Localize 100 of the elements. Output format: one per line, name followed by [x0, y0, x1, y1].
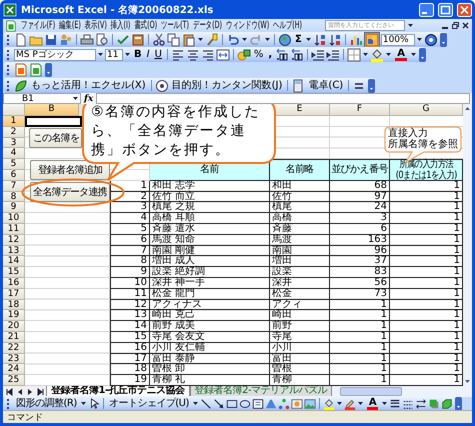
row-header[interactable]: 16	[3, 278, 25, 289]
row-header[interactable]: 6	[3, 170, 25, 181]
undo-icon[interactable]	[226, 32, 240, 46]
row-header[interactable]: 9	[3, 202, 25, 214]
toolbar-options-icon[interactable]	[368, 78, 376, 92]
menu-item[interactable]: ヘルプ(H)	[271, 20, 304, 32]
menu-item[interactable]: ウィンドウ(W)	[224, 20, 272, 32]
toolbar-button[interactable]: オートシェイプ(U)	[106, 398, 191, 410]
toolbar-options-icon[interactable]	[455, 396, 462, 410]
bold-button[interactable]: B	[132, 48, 144, 60]
column-header[interactable]: G	[390, 104, 463, 116]
menu-item[interactable]: 書式(O)	[132, 20, 160, 32]
shapes-icon[interactable]	[364, 32, 379, 46]
pen-icon[interactable]	[344, 398, 356, 410]
preview-icon[interactable]	[95, 32, 109, 46]
bucket-icon[interactable]	[370, 48, 384, 62]
row-header[interactable]: 15	[3, 267, 25, 278]
row-header[interactable]: 11	[3, 224, 25, 235]
caret-icon[interactable]	[382, 402, 388, 405]
indent-icon[interactable]	[311, 48, 326, 62]
font-color-button[interactable]: A	[393, 48, 409, 61]
row-header[interactable]: 1	[3, 116, 25, 127]
caret-icon[interactable]	[198, 38, 203, 41]
arrow-icon[interactable]	[212, 398, 225, 410]
comma-button[interactable]: ,	[266, 48, 274, 60]
close-icon[interactable]	[462, 22, 469, 29]
name-box[interactable]: B1	[3, 93, 81, 104]
caret-icon[interactable]	[125, 53, 130, 56]
minimize-icon[interactable]	[419, 2, 434, 16]
bucket-icon[interactable]	[322, 398, 335, 410]
insert-function-button[interactable]: fx	[84, 94, 94, 104]
horizontal-scrollbar[interactable]	[332, 386, 472, 397]
line-icon[interactable]	[200, 398, 212, 410]
sheet-button[interactable]: 全名簿データ連携	[30, 182, 110, 202]
linestyle-icon[interactable]	[389, 398, 402, 410]
caret-icon[interactable]	[73, 97, 78, 100]
document-icon[interactable]	[14, 62, 28, 76]
printer-icon[interactable]	[80, 32, 94, 46]
underline-button[interactable]: U	[152, 48, 164, 60]
sort-icon[interactable]	[328, 32, 342, 46]
caret-icon[interactable]	[192, 402, 198, 405]
toolbar-button[interactable]: 目的別！カンタン関数(J)	[170, 80, 284, 92]
document-icon[interactable]	[29, 62, 43, 76]
autosum-button[interactable]: Σ	[293, 34, 304, 46]
clipboard-icon[interactable]	[182, 32, 196, 46]
row-header[interactable]: 24	[3, 364, 25, 376]
row-header[interactable]: 23	[3, 354, 25, 364]
grid-icon[interactable]	[347, 48, 362, 62]
caret-icon[interactable]	[408, 24, 413, 27]
check-icon[interactable]	[116, 32, 130, 46]
percent-button[interactable]: %	[252, 48, 266, 60]
caret-icon[interactable]	[363, 53, 368, 56]
row-header[interactable]: 18	[3, 300, 25, 310]
menu-item[interactable]: データ(D)	[190, 20, 224, 32]
align-center-icon[interactable]	[186, 48, 200, 62]
italic-button[interactable]: I	[144, 48, 152, 60]
decimal-icon[interactable]	[275, 48, 290, 62]
indent-icon[interactable]	[326, 48, 340, 62]
toolbar-button[interactable]: 電卓(C)	[306, 80, 346, 92]
caret-icon[interactable]	[358, 402, 363, 405]
row-header[interactable]: 20	[3, 321, 25, 332]
row-header[interactable]: 25	[3, 375, 25, 386]
help-icon[interactable]	[424, 32, 438, 46]
align-left-icon[interactable]	[170, 48, 185, 62]
sheet-button[interactable]: 登録者名簿追加	[30, 160, 110, 180]
row-header[interactable]: 4	[3, 148, 25, 160]
formula-field[interactable]	[96, 93, 470, 104]
row-header[interactable]: 21	[3, 332, 25, 343]
clipart-icon[interactable]	[290, 398, 303, 410]
sort-icon[interactable]	[312, 32, 327, 46]
rectangle-icon[interactable]	[226, 398, 238, 410]
caret-icon[interactable]	[416, 38, 422, 41]
row-header[interactable]: 3	[3, 138, 25, 148]
sheet-button[interactable]: この名簿を	[29, 128, 82, 148]
spreadsheet-icon[interactable]	[3, 2, 17, 16]
toolbar-button[interactable]: 図形の調整(R)	[14, 398, 79, 410]
textbox-icon[interactable]	[252, 398, 264, 410]
leaf-icon[interactable]	[14, 78, 28, 92]
menu-item[interactable]: 挿入(I)	[108, 20, 132, 32]
menu-item[interactable]: 編集(E)	[57, 20, 83, 32]
scissors-icon[interactable]	[152, 32, 166, 46]
arrows-icon[interactable]	[415, 398, 428, 410]
font-size-field[interactable]: 11	[105, 48, 123, 60]
row-header[interactable]: 12	[3, 234, 25, 246]
decimal-icon[interactable]	[290, 48, 304, 62]
copy-icon[interactable]	[167, 32, 181, 46]
merge-icon[interactable]	[216, 48, 230, 62]
column-header[interactable]: B	[25, 104, 79, 116]
row-header[interactable]: 22	[3, 342, 25, 354]
font-field[interactable]: MS Pゴシック	[14, 48, 96, 60]
last-sheet-icon[interactable]	[35, 388, 44, 396]
caret-icon[interactable]	[80, 402, 86, 405]
target-icon[interactable]	[154, 78, 169, 92]
caret-icon[interactable]	[410, 53, 416, 56]
row-header[interactable]: 2	[3, 126, 25, 138]
toolbar-options-icon[interactable]	[45, 62, 52, 76]
menu-item[interactable]: ツール(T)	[159, 20, 191, 32]
vertical-scrollbar[interactable]	[463, 104, 472, 386]
globe-icon[interactable]	[278, 32, 292, 46]
zoom-field[interactable]: 100%	[380, 34, 415, 46]
